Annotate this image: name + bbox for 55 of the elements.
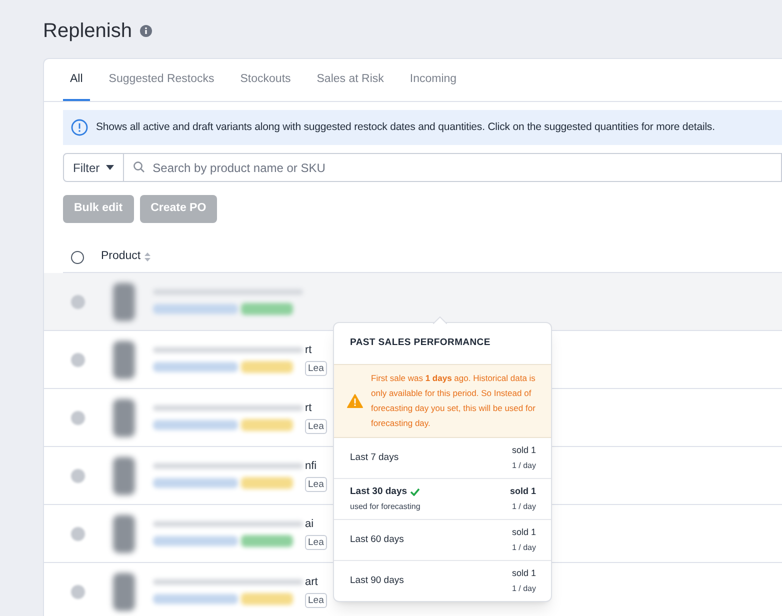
warning-icon <box>347 394 363 408</box>
sold-count: sold 1 <box>512 444 536 458</box>
tab[interactable]: Incoming <box>402 59 464 101</box>
info-icon <box>71 119 88 136</box>
daily-rate: 1 / day <box>512 542 536 554</box>
blurred-thumbnail <box>113 282 135 320</box>
blurred-thumbnail <box>113 514 135 552</box>
tab[interactable]: All <box>63 59 90 101</box>
check-icon <box>410 488 420 496</box>
product-name-fragment: ai <box>305 518 315 530</box>
period-label: Last 90 days <box>350 574 404 588</box>
product-name-fragment: nfi <box>305 460 318 472</box>
period-label: Last 7 days <box>350 450 399 465</box>
sort-icon <box>144 252 151 262</box>
daily-rate: 1 / day <box>512 500 536 513</box>
warning-text: First sale was 1 days ago. Historical data is only available for this period. So Instead of forecasting day you set, this will be used for forecasting day. <box>371 372 536 430</box>
page-title: Replenish <box>43 19 132 44</box>
daily-rate: 1 / day <box>512 582 536 595</box>
select-all-checkbox[interactable] <box>71 250 84 264</box>
info-icon[interactable] <box>140 25 152 37</box>
tab[interactable]: Suggested Restocks <box>102 59 222 101</box>
lead-badge: Lea <box>305 592 327 608</box>
blurred-checkbox <box>71 468 85 482</box>
sold-count: sold 1 <box>512 567 536 580</box>
search-icon <box>132 161 145 173</box>
product-name-fragment: art <box>305 576 319 588</box>
sold-count: sold 1 <box>512 526 536 540</box>
lead-badge: Lea <box>305 418 327 434</box>
caret-icon <box>106 165 114 170</box>
blurred-checkbox <box>71 584 85 598</box>
sold-count: sold 1 <box>510 485 536 498</box>
blurred-thumbnail <box>113 456 135 494</box>
column-header[interactable]: Product <box>101 248 151 266</box>
blurred-thumbnail <box>113 572 135 610</box>
search-field[interactable]: Search by product name or SKU <box>124 153 782 182</box>
popover-title: PAST SALES PERFORMANCE <box>349 336 492 350</box>
product-name-fragment: rt <box>305 344 313 356</box>
lead-badge: Lea <box>305 534 327 550</box>
tab[interactable]: Sales at Risk <box>310 59 391 101</box>
lead-badge: Lea <box>305 360 327 376</box>
blurred-checkbox <box>71 526 85 540</box>
period-label: Last 30 days <box>350 484 408 499</box>
blurred-thumbnail <box>113 398 135 436</box>
blurred-checkbox <box>71 294 85 308</box>
period-label: Last 60 days <box>350 532 404 547</box>
filter-dropdown[interactable]: Filter <box>63 153 124 182</box>
info-text: Shows all active and draft variants along with suggested restock dates and quantities. Click on the suggested quantities for more details. <box>96 120 715 135</box>
daily-rate: 1 / day <box>512 460 536 472</box>
period-note: used for forecasting <box>350 501 420 514</box>
blurred-checkbox <box>71 410 85 424</box>
lead-badge: Lea <box>305 476 327 492</box>
product-name-fragment: rt <box>305 402 313 414</box>
blurred-thumbnail <box>113 340 135 378</box>
blurred-checkbox <box>71 352 85 366</box>
tab[interactable]: Stockouts <box>233 59 298 101</box>
